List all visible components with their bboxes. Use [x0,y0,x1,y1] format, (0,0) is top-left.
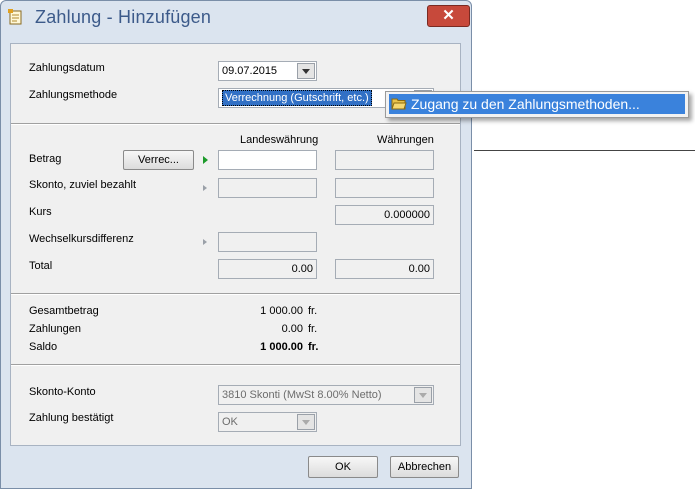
date-value: 09.07.2015 [222,65,278,77]
skonto-konto-value: 3810 Skonti (MwSt 8.00% Netto) [222,389,382,401]
total-local-field: 0.00 [218,259,317,279]
col-header-local: Landeswährung [240,134,319,146]
divider-1 [11,123,460,125]
date-dropdown-icon[interactable] [297,63,315,79]
gesamt-label: Gesamtbetrag [29,305,99,317]
background-line [474,150,695,151]
total-foreign-field: 0.00 [335,259,434,279]
cancel-button[interactable]: Abbrechen [390,456,459,478]
popup-item-label: Zugang zu den Zahlungsmethoden... [411,96,640,112]
dialog-window: Zahlung - Hinzufügen ✕ Zahlungsdatum 09.… [0,0,472,489]
kurs-field[interactable]: 0.000000 [335,205,434,225]
skonto-konto-dropdown-icon[interactable] [414,387,432,403]
kurs-label: Kurs [29,206,52,218]
saldo-unit: fr. [308,341,319,353]
notepad-icon [8,9,22,25]
method-label: Zahlungsmethode [29,89,118,101]
saldo-label: Saldo [29,341,58,353]
skonto-local-input[interactable] [218,178,317,198]
gesamt-unit: fr. [308,305,318,317]
skonto-konto-label: Skonto-Konto [29,386,96,398]
skonto-label: Skonto, zuviel bezahlt [29,179,137,191]
divider-2 [11,293,460,295]
window-title: Zahlung - Hinzufügen [35,7,212,27]
betrag-foreign-input[interactable] [335,150,434,170]
skonto-foreign-input[interactable] [335,178,434,198]
zahlungen-value: 0.00 [281,323,303,335]
ok-button[interactable]: OK [308,456,378,478]
wechsel-arrow-icon[interactable] [203,239,207,245]
col-header-foreign: Währungen [377,134,434,146]
popup-item-zahlungsmethoden[interactable]: Zugang zu den Zahlungsmethoden... [389,94,685,114]
date-field[interactable]: 09.07.2015 [218,61,317,81]
saldo-value: 1 000.00 [260,341,303,353]
betrag-local-input[interactable] [218,150,317,170]
wechsel-local-input[interactable] [218,232,317,252]
bestaetigt-value: OK [222,416,238,428]
method-value: Verrechnung (Gutschrift, etc.) [222,90,372,106]
zahlungen-label: Zahlungen [29,323,81,335]
skonto-konto-select[interactable]: 3810 Skonti (MwSt 8.00% Netto) [218,385,434,405]
bestaetigt-label: Zahlung bestätigt [29,412,114,424]
date-label: Zahlungsdatum [29,62,105,74]
total-label: Total [29,260,53,272]
payment-method-popup: Zugang zu den Zahlungsmethoden... [385,91,689,118]
betrag-label: Betrag [29,153,62,165]
close-button[interactable]: ✕ [427,5,470,27]
folder-open-icon [391,98,407,110]
title-bar[interactable]: Zahlung - Hinzufügen ✕ [1,1,471,35]
bestaetigt-dropdown-icon[interactable] [297,414,315,430]
wechsel-label: Wechselkursdifferenz [29,233,134,245]
gesamt-value: 1 000.00 [260,305,303,317]
bestaetigt-select[interactable]: OK [218,412,317,432]
zahlungen-unit: fr. [308,323,318,335]
divider-3 [11,364,460,366]
verrec-button[interactable]: Verrec... [123,150,194,170]
betrag-arrow-icon[interactable] [203,156,208,164]
skonto-arrow-icon[interactable] [203,185,207,191]
